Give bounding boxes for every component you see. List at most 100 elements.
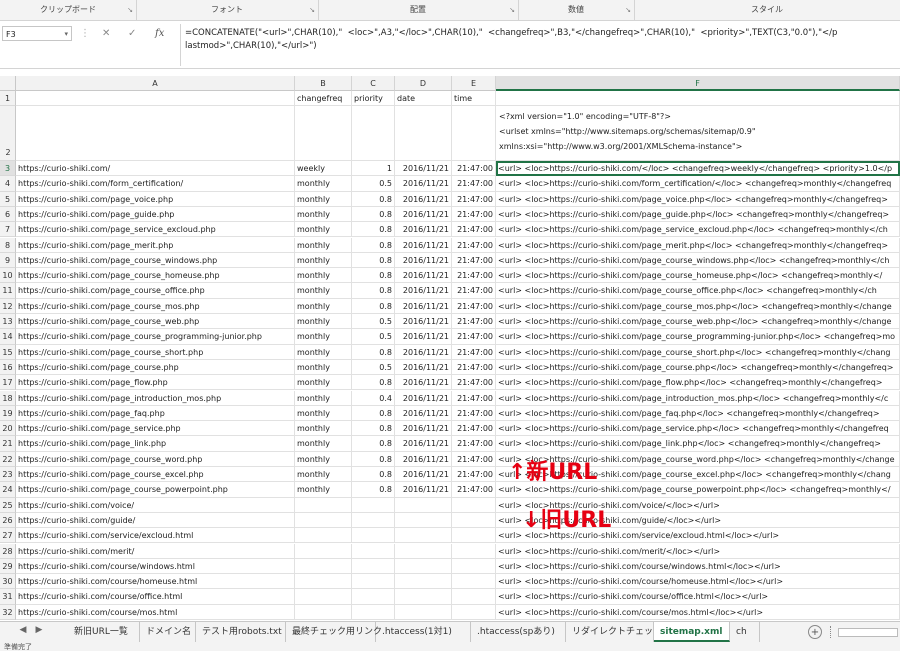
row-header[interactable]: 3 — [0, 161, 16, 177]
cell-c27[interactable] — [352, 528, 395, 544]
cell-a26[interactable]: https://curio-shiki.com/guide/ — [16, 512, 295, 529]
cell-c15[interactable]: 0.8 — [352, 344, 395, 360]
cell-e13[interactable]: 21:47:00 — [452, 314, 496, 330]
cell-e22[interactable]: 21:47:00 — [452, 451, 496, 467]
cell-f32[interactable]: <url> <loc>https://curio-shiki.com/cours… — [496, 604, 900, 620]
cell-e12[interactable]: 21:47:00 — [452, 298, 496, 314]
cell-b26[interactable] — [295, 512, 352, 529]
cell-f17[interactable]: <url> <loc>https://curio-shiki.com/page_… — [496, 375, 900, 391]
cell-b4[interactable]: monthly — [295, 176, 352, 192]
cell-e32[interactable] — [452, 604, 496, 620]
cell-a8[interactable]: https://curio-shiki.com/page_merit.php — [16, 237, 295, 253]
cell-c18[interactable]: 0.4 — [352, 390, 395, 406]
row-header[interactable]: 15 — [0, 344, 16, 360]
cell-e16[interactable]: 21:47:00 — [452, 359, 496, 376]
row-header[interactable]: 5 — [0, 191, 16, 207]
row-header[interactable]: 19 — [0, 405, 16, 422]
cell-d22[interactable]: 2016/11/21 — [395, 451, 452, 467]
row-header[interactable]: 1 — [0, 91, 16, 106]
cell-a29[interactable]: https://curio-shiki.com/course/windows.h… — [16, 558, 295, 575]
dialog-launcher-icon[interactable]: ↘ — [127, 0, 133, 20]
cell-e8[interactable]: 21:47:00 — [452, 237, 496, 253]
cell-f14[interactable]: <url> <loc>https://curio-shiki.com/page_… — [496, 329, 900, 345]
cell-e4[interactable]: 21:47:00 — [452, 176, 496, 192]
cell-b2[interactable] — [295, 106, 352, 161]
cell-c14[interactable]: 0.5 — [352, 329, 395, 345]
cell-d29[interactable] — [395, 558, 452, 575]
cell-a16[interactable]: https://curio-shiki.com/page_course.php — [16, 359, 295, 376]
cell-e7[interactable]: 21:47:00 — [452, 222, 496, 238]
cell-c17[interactable]: 0.8 — [352, 375, 395, 391]
row-header[interactable]: 24 — [0, 482, 16, 498]
cell-b10[interactable]: monthly — [295, 268, 352, 284]
cell-d17[interactable]: 2016/11/21 — [395, 375, 452, 391]
cell-c12[interactable]: 0.8 — [352, 298, 395, 314]
cell-f4[interactable]: <url> <loc>https://curio-shiki.com/form_… — [496, 176, 900, 192]
cell-e20[interactable]: 21:47:00 — [452, 421, 496, 437]
cell-a19[interactable]: https://curio-shiki.com/page_faq.php — [16, 405, 295, 422]
cell-b24[interactable]: monthly — [295, 482, 352, 498]
cell-f30[interactable]: <url> <loc>https://curio-shiki.com/cours… — [496, 574, 900, 590]
cell-c10[interactable]: 0.8 — [352, 268, 395, 284]
cell-d26[interactable] — [395, 512, 452, 529]
cancel-icon[interactable]: ✕ — [102, 26, 110, 41]
cell-e6[interactable]: 21:47:00 — [452, 206, 496, 223]
cell-e17[interactable]: 21:47:00 — [452, 375, 496, 391]
cell-f7[interactable]: <url> <loc>https://curio-shiki.com/page_… — [496, 222, 900, 238]
cell-e10[interactable]: 21:47:00 — [452, 268, 496, 284]
cell-b28[interactable] — [295, 543, 352, 559]
cell-b1[interactable]: changefreq — [295, 91, 352, 106]
cell-d15[interactable]: 2016/11/21 — [395, 344, 452, 360]
cell-b30[interactable] — [295, 574, 352, 590]
cell-f2-xml-header[interactable]: <?xml version="1.0" encoding="UTF-8"?> <… — [496, 106, 900, 161]
cell-f29[interactable]: <url> <loc>https://curio-shiki.com/cours… — [496, 558, 900, 575]
cell-d16[interactable]: 2016/11/21 — [395, 359, 452, 376]
dialog-launcher-icon[interactable]: ↘ — [625, 0, 631, 20]
cell-b27[interactable] — [295, 528, 352, 544]
sheet-tab[interactable]: .htaccess(1対1) — [376, 622, 471, 642]
dialog-launcher-icon[interactable]: ↘ — [309, 0, 315, 20]
splitter-handle[interactable] — [830, 626, 833, 638]
cell-f3[interactable]: <url> <loc>https://curio-shiki.com/</loc… — [496, 161, 900, 177]
cell-a28[interactable]: https://curio-shiki.com/merit/ — [16, 543, 295, 559]
cell-b22[interactable]: monthly — [295, 451, 352, 467]
cell-b13[interactable]: monthly — [295, 314, 352, 330]
sheet-tab[interactable]: リダイレクトチェック — [566, 622, 662, 642]
cell-c4[interactable]: 0.5 — [352, 176, 395, 192]
cell-c32[interactable] — [352, 604, 395, 620]
row-header[interactable]: 20 — [0, 421, 16, 437]
cell-f6[interactable]: <url> <loc>https://curio-shiki.com/page_… — [496, 206, 900, 223]
cell-f19[interactable]: <url> <loc>https://curio-shiki.com/page_… — [496, 405, 900, 422]
cell-a11[interactable]: https://curio-shiki.com/page_course_offi… — [16, 283, 295, 299]
cell-c16[interactable]: 0.5 — [352, 359, 395, 376]
cell-a1[interactable] — [16, 91, 295, 106]
row-header[interactable]: 13 — [0, 314, 16, 330]
cell-d10[interactable]: 2016/11/21 — [395, 268, 452, 284]
cell-f21[interactable]: <url> <loc>https://curio-shiki.com/page_… — [496, 436, 900, 452]
cell-e5[interactable]: 21:47:00 — [452, 191, 496, 207]
cell-a5[interactable]: https://curio-shiki.com/page_voice.php — [16, 191, 295, 207]
column-header-d[interactable]: D — [395, 76, 452, 91]
cell-f11[interactable]: <url> <loc>https://curio-shiki.com/page_… — [496, 283, 900, 299]
ribbon-group-number[interactable]: 数値 ↘ — [518, 0, 635, 20]
row-header[interactable]: 10 — [0, 268, 16, 284]
cell-c5[interactable]: 0.8 — [352, 191, 395, 207]
cell-a21[interactable]: https://curio-shiki.com/page_link.php — [16, 436, 295, 452]
cell-e24[interactable]: 21:47:00 — [452, 482, 496, 498]
cell-a2[interactable] — [16, 106, 295, 161]
cell-c25[interactable] — [352, 497, 395, 513]
cell-c20[interactable]: 0.8 — [352, 421, 395, 437]
cell-e14[interactable]: 21:47:00 — [452, 329, 496, 345]
cell-e25[interactable] — [452, 497, 496, 513]
cell-e1[interactable]: time — [452, 91, 496, 106]
cell-b31[interactable] — [295, 589, 352, 605]
cell-d32[interactable] — [395, 604, 452, 620]
column-header-a[interactable]: A — [16, 76, 295, 91]
cell-e31[interactable] — [452, 589, 496, 605]
cell-f28[interactable]: <url> <loc>https://curio-shiki.com/merit… — [496, 543, 900, 559]
row-header[interactable]: 16 — [0, 359, 16, 376]
sheet-tab[interactable]: sitemap.xml — [654, 622, 730, 642]
cell-f20[interactable]: <url> <loc>https://curio-shiki.com/page_… — [496, 421, 900, 437]
row-header[interactable]: 12 — [0, 298, 16, 314]
row-header[interactable]: 17 — [0, 375, 16, 391]
